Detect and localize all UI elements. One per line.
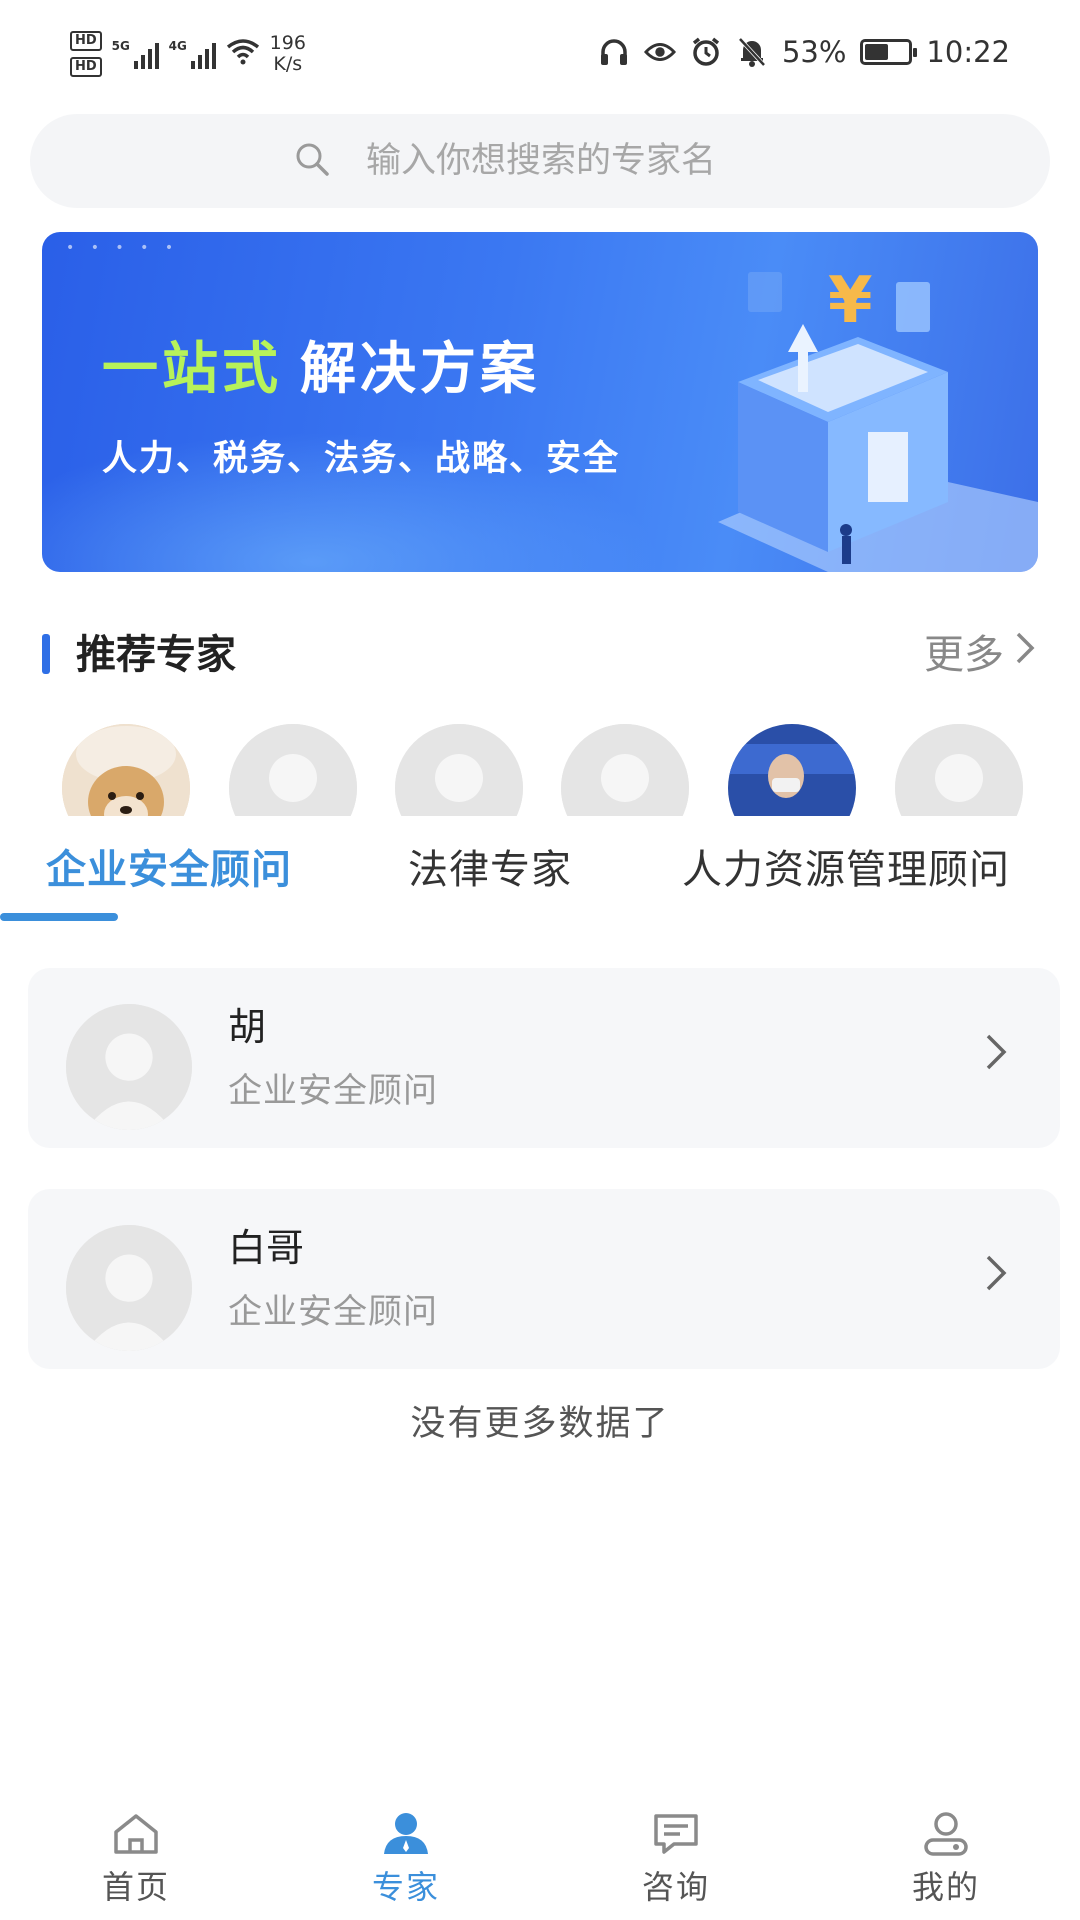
battery-fill [865, 44, 888, 60]
nav-consult[interactable]: 咨询 [606, 1800, 746, 1920]
banner-box-illustration: ¥ [718, 264, 1038, 572]
nav-home-label: 首页 [101, 1868, 170, 1906]
network-5g-label: 5G [111, 39, 130, 53]
profile-icon [924, 1812, 968, 1856]
section-accent-bar [42, 634, 50, 674]
hd-badge-1: HD [70, 31, 102, 51]
nav-home[interactable]: 首页 [66, 1800, 206, 1920]
hd-badge-2: HD [70, 57, 102, 77]
search-icon [294, 141, 330, 181]
speed-value: 196 [269, 32, 306, 54]
avatar-placeholder[interactable] [561, 724, 689, 816]
avatar-placeholder[interactable] [895, 724, 1023, 816]
nav-expert[interactable]: 专家 [336, 1800, 476, 1920]
promo-banner[interactable]: • • • • • 一站式 解决方案 人力、税务、法务、战略、安全 ¥ [42, 232, 1038, 572]
alarm-icon [690, 36, 722, 68]
battery-icon [860, 39, 918, 65]
avatar-placeholder[interactable] [229, 724, 357, 816]
chevron-right-icon [1014, 626, 1038, 684]
expert-role: 企业安全顾问 [228, 1292, 438, 1332]
expert-icon [384, 1813, 428, 1854]
speed-unit: K/s [273, 53, 303, 75]
banner-dots: • • • • • [66, 240, 180, 256]
chevron-right-icon [984, 1032, 1008, 1076]
expert-name: 胡 [228, 1005, 267, 1049]
tab-legal[interactable]: 法律专家 [408, 840, 572, 900]
banner-title-rest: 解决方案 [300, 337, 540, 402]
search-bar[interactable] [30, 114, 1050, 208]
expert-avatar [66, 1225, 192, 1351]
banner-title: 一站式 解决方案 [102, 324, 540, 405]
status-right: 53% 10:22 [598, 30, 1010, 74]
bottom-navigation: 首页 专家 咨询 我的 [0, 1800, 1080, 1920]
expert-card[interactable]: 胡 企业安全顾问 [28, 968, 1060, 1148]
search-input[interactable] [366, 141, 786, 181]
chat-icon [654, 1814, 698, 1854]
hd-indicators: HD HD [70, 31, 102, 77]
recommended-header: 推荐专家 更多 [42, 626, 1038, 684]
signal-4g-icon: 4G [169, 39, 216, 69]
home-icon [114, 1814, 158, 1854]
battery-percent: 53% [781, 35, 847, 69]
banner-title-highlight: 一站式 [102, 337, 282, 402]
category-tabs: 企业安全顾问 法律专家 人力资源管理顾问 [0, 840, 1080, 920]
svg-text:¥: ¥ [828, 264, 873, 338]
banner-subtitle: 人力、税务、法务、战略、安全 [102, 439, 621, 479]
avatar-placeholder[interactable] [395, 724, 523, 816]
status-left: HD HD 5G 4G 196 K/s [70, 26, 306, 82]
more-link[interactable]: 更多 [924, 626, 1038, 684]
more-label: 更多 [924, 632, 1004, 678]
wifi-icon [226, 37, 260, 71]
nav-mine-label: 我的 [911, 1868, 980, 1906]
recommended-avatars [0, 724, 1080, 816]
active-tab-indicator [0, 913, 118, 921]
headphones-icon [598, 36, 630, 68]
expert-role: 企业安全顾问 [228, 1071, 438, 1111]
list-end-text: 没有更多数据了 [410, 1404, 670, 1444]
expert-card[interactable]: 白哥 企业安全顾问 [28, 1189, 1060, 1369]
avatar-dog[interactable] [62, 724, 190, 816]
nav-consult-label: 咨询 [641, 1868, 710, 1906]
tab-enterprise-security[interactable]: 企业安全顾问 [46, 840, 292, 900]
network-speed: 196 K/s [270, 33, 306, 75]
nav-mine[interactable]: 我的 [876, 1800, 1016, 1920]
status-bar: HD HD 5G 4G 196 K/s 53% 10:22 [0, 0, 1080, 104]
clock: 10:22 [926, 35, 1010, 69]
nav-expert-label: 专家 [371, 1868, 440, 1906]
tab-hr[interactable]: 人力资源管理顾问 [682, 840, 1010, 900]
network-4g-label: 4G [168, 39, 187, 53]
section-title: 推荐专家 [76, 632, 236, 678]
bell-off-icon [736, 36, 768, 68]
eye-icon [643, 36, 676, 68]
signal-5g-icon: 5G [112, 39, 159, 69]
chevron-right-icon [984, 1253, 1008, 1297]
avatar-person[interactable] [728, 724, 856, 816]
expert-name: 白哥 [228, 1226, 305, 1270]
expert-avatar [66, 1004, 192, 1130]
